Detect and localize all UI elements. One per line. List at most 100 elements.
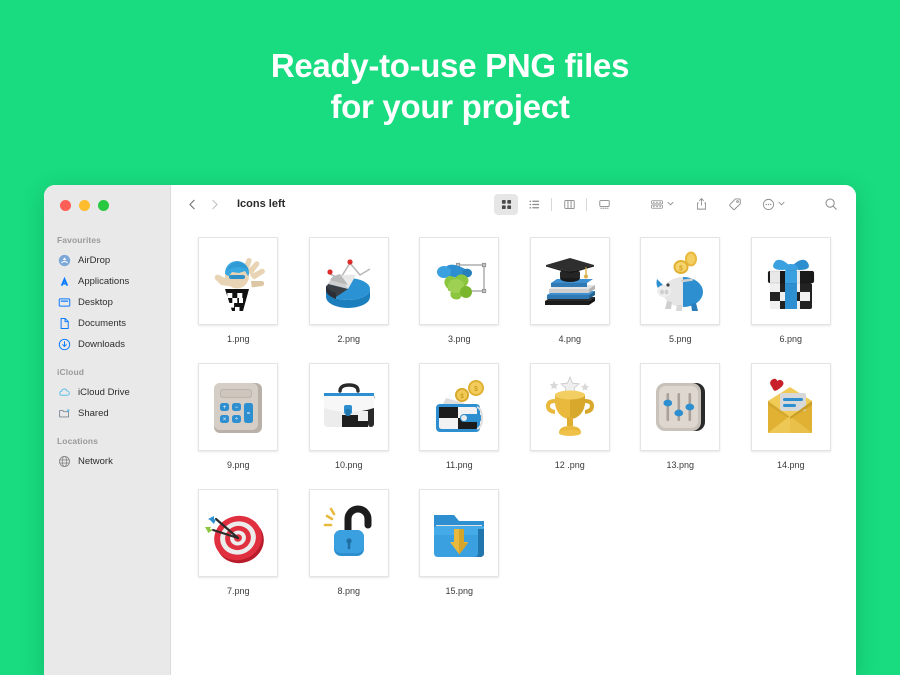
file-item[interactable]: + − = × ÷ 9.png [183, 363, 294, 470]
file-name: 1.png [226, 334, 250, 344]
sidebar-section-icloud-title: iCloud [57, 367, 85, 377]
file-name: 10.png [334, 460, 363, 470]
file-thumbnail[interactable] [750, 237, 831, 325]
svg-text:×: × [223, 417, 227, 423]
envelope-heart-icon [767, 378, 812, 433]
file-item[interactable]: 1.png [183, 237, 294, 344]
sidebar-item-label: Shared [78, 408, 109, 419]
file-thumbnail[interactable] [529, 363, 610, 451]
download-folder-icon [434, 515, 485, 557]
file-item[interactable]: 2.png [294, 237, 405, 344]
sidebar-item-label: iCloud Drive [78, 387, 130, 398]
file-item[interactable]: 4.png [515, 237, 626, 344]
minimize-button[interactable] [79, 200, 90, 211]
file-thumbnail[interactable]: $ [640, 237, 721, 325]
file-item[interactable]: 10.png [294, 363, 405, 470]
waving-person-icon [214, 257, 266, 312]
column-view-button[interactable] [557, 194, 581, 215]
sidebar-section-locations-title: Locations [57, 436, 99, 446]
file-item[interactable]: 8.png [294, 489, 405, 596]
file-thumbnail[interactable] [750, 363, 831, 451]
file-item[interactable]: 7.png [183, 489, 294, 596]
file-item[interactable]: $ $ 11.png [404, 363, 515, 470]
toolbar-divider [586, 197, 587, 211]
file-name: 2.png [337, 334, 361, 344]
sidebar-item-label: Applications [78, 276, 130, 287]
sidebar-item-label: Desktop [78, 297, 113, 308]
gallery-view-button[interactable] [592, 194, 616, 215]
file-name: 8.png [337, 586, 361, 596]
finder-window: Favourites AirDrop Applications Desktop … [44, 185, 856, 675]
file-thumbnail[interactable] [640, 363, 721, 451]
sidebar-item-downloads[interactable]: Downloads [44, 334, 170, 355]
airdrop-icon [58, 254, 71, 267]
file-item[interactable]: 15.png [404, 489, 515, 596]
icon-view-button[interactable] [494, 193, 518, 215]
sidebar-item-icloud-drive[interactable]: iCloud Drive [44, 382, 170, 403]
file-thumbnail[interactable] [419, 489, 500, 577]
file-item[interactable]: 6.png [736, 237, 847, 344]
close-button[interactable] [60, 200, 71, 211]
svg-text:$: $ [474, 386, 478, 393]
file-name: 5.png [668, 334, 692, 344]
sidebar-item-label: Downloads [78, 339, 125, 350]
file-name: 15.png [445, 586, 474, 596]
toolbar-divider [551, 197, 552, 211]
more-options-button[interactable] [760, 194, 788, 215]
file-item[interactable]: 3.png [404, 237, 515, 344]
file-item[interactable]: 13.png [625, 363, 736, 470]
sidebar-item-desktop[interactable]: Desktop [44, 292, 170, 313]
file-thumbnail[interactable] [308, 363, 389, 451]
file-thumbnail[interactable] [308, 489, 389, 577]
sidebar-item-applications[interactable]: Applications [44, 271, 170, 292]
file-thumbnail[interactable] [198, 489, 279, 577]
sliders-icon [656, 383, 706, 431]
back-button[interactable] [181, 193, 203, 215]
file-name: 9.png [226, 460, 250, 470]
network-icon [58, 455, 71, 468]
dartboard-arrows-icon [205, 515, 265, 564]
icloud-drive-icon [58, 386, 71, 399]
file-name: 4.png [558, 334, 582, 344]
group-by-button[interactable] [648, 194, 677, 215]
desktop-icon [58, 296, 71, 309]
file-name: 13.png [666, 460, 695, 470]
search-icon[interactable] [822, 194, 840, 215]
wallet-coins-icon: $ $ [436, 380, 485, 432]
file-item[interactable]: 12 .png [515, 363, 626, 470]
file-name: 6.png [779, 334, 803, 344]
forward-button[interactable] [203, 193, 225, 215]
file-thumbnail[interactable] [198, 237, 279, 325]
breadcrumb: Icons left [237, 198, 286, 210]
file-item[interactable]: 14.png [736, 363, 847, 470]
view-mode-segmented-control [492, 193, 618, 215]
main-pane: Icons left 1.png 2.png 3.png 4.png $ 5.p… [171, 185, 856, 675]
hero-headline: Ready-to-use PNG files for your project [0, 46, 900, 128]
sidebar-item-shared[interactable]: Shared [44, 403, 170, 424]
open-padlock-icon [323, 505, 372, 556]
documents-icon [58, 317, 71, 330]
hero-line-1: Ready-to-use PNG files [270, 47, 630, 84]
file-name: 14.png [776, 460, 805, 470]
maximize-button[interactable] [98, 200, 109, 211]
file-thumbnail[interactable] [308, 237, 389, 325]
tag-icon[interactable] [726, 194, 744, 215]
sidebar-item-documents[interactable]: Documents [44, 313, 170, 334]
toolbar: Icons left [171, 185, 856, 223]
graduation-cap-books-icon [544, 258, 595, 305]
file-thumbnail[interactable] [529, 237, 610, 325]
sidebar-item-airdrop[interactable]: AirDrop [44, 250, 170, 271]
gift-box-icon [767, 259, 815, 309]
calculator-icon: + − = × ÷ [214, 383, 263, 433]
file-thumbnail[interactable] [419, 237, 500, 325]
sidebar-item-network[interactable]: Network [44, 451, 170, 472]
file-name: 7.png [226, 586, 250, 596]
list-view-button[interactable] [522, 194, 546, 215]
share-button[interactable] [693, 194, 710, 215]
applications-icon [58, 275, 71, 288]
file-thumbnail[interactable]: $ $ [419, 363, 500, 451]
file-item[interactable]: $ 5.png [625, 237, 736, 344]
file-grid-container: 1.png 2.png 3.png 4.png $ 5.png 6.png + … [171, 223, 856, 675]
file-thumbnail[interactable]: + − = × ÷ [198, 363, 279, 451]
abstract-shape-icon [437, 262, 487, 300]
